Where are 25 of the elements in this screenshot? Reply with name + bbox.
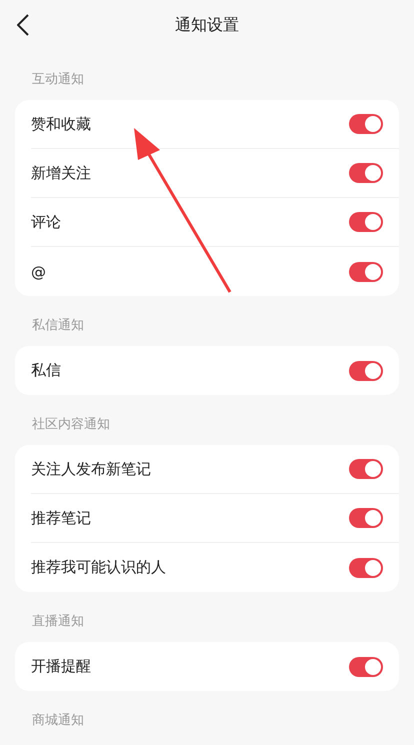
toggle-switch[interactable]: [349, 459, 383, 479]
section-label: 商城通知: [32, 713, 84, 728]
toggle-switch[interactable]: [349, 558, 383, 578]
setting-label: 新增关注: [31, 164, 91, 182]
setting-label: 推荐笔记: [31, 508, 91, 528]
setting-label: 开播提醒: [31, 657, 91, 676]
toggle-switch[interactable]: [349, 163, 383, 183]
toggle-switch[interactable]: [349, 212, 383, 232]
setting-label: 关注人发布新笔记: [31, 460, 151, 478]
section-label: 互动通知: [32, 72, 84, 87]
toggle-switch[interactable]: [349, 508, 383, 528]
setting-label: 赞和收藏: [31, 114, 91, 134]
back-icon[interactable]: [17, 14, 29, 36]
setting-label: 推荐我可能认识的人: [31, 558, 166, 577]
section-label: 社区内容通知: [32, 417, 110, 432]
setting-label: 评论: [31, 212, 61, 232]
toggle-switch[interactable]: [349, 262, 383, 282]
setting-label: 私信: [31, 361, 61, 380]
section-label: 私信通知: [32, 318, 84, 333]
toggle-switch[interactable]: [349, 114, 383, 134]
toggle-switch[interactable]: [349, 360, 383, 380]
section-label: 直播通知: [32, 614, 84, 629]
setting-label: @: [31, 262, 46, 280]
page-title: 通知设置: [175, 14, 239, 36]
toggle-switch[interactable]: [349, 656, 383, 676]
